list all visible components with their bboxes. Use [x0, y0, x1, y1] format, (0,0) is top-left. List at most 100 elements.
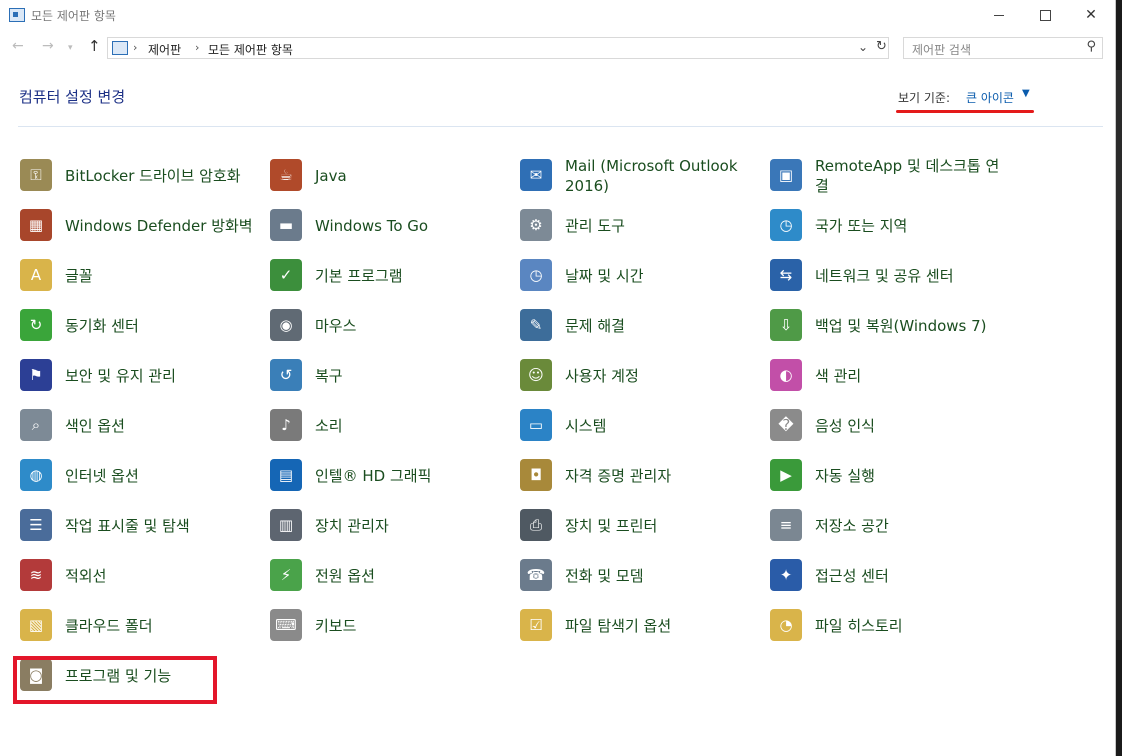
item-label[interactable]: 관리 도구	[565, 204, 760, 248]
control-panel-item[interactable]: ◷ 국가 또는 지역	[770, 204, 1010, 248]
item-label[interactable]: 기본 프로그램	[315, 254, 510, 298]
remoteapp-icon[interactable]: ▣	[770, 159, 802, 191]
file-explorer-options-icon[interactable]: ☑	[520, 609, 552, 641]
control-panel-item[interactable]: ↻ 동기화 센터	[20, 304, 260, 348]
control-panel-item[interactable]: ♪ 소리	[270, 404, 510, 448]
control-panel-item[interactable]: ▧ 클라우드 폴더	[20, 604, 260, 648]
control-panel-item[interactable]: ◉ 마우스	[270, 304, 510, 348]
item-label[interactable]: 소리	[315, 404, 510, 448]
control-panel-item[interactable]: ▣ RemoteApp 및 데스크톱 연결	[770, 154, 1010, 198]
item-label[interactable]: 글꼴	[65, 254, 260, 298]
control-panel-item[interactable]: ◷ 날짜 및 시간	[520, 254, 760, 298]
control-panel-item[interactable]: ☎ 전화 및 모뎀	[520, 554, 760, 598]
address-bar[interactable]: › 제어판 › 모든 제어판 항목 ⌄ ↻	[107, 37, 889, 59]
breadcrumb-control-panel[interactable]: 제어판	[148, 41, 181, 58]
control-panel-item[interactable]: ≋ 적외선	[20, 554, 260, 598]
breadcrumb-all-items[interactable]: 모든 제어판 항목	[208, 41, 293, 58]
item-label[interactable]: BitLocker 드라이브 암호화	[65, 154, 260, 198]
breadcrumb-separator-icon[interactable]: ›	[133, 41, 137, 54]
item-label[interactable]: 시스템	[565, 404, 760, 448]
control-panel-item[interactable]: ☺ 사용자 계정	[520, 354, 760, 398]
infrared-icon[interactable]: ≋	[20, 559, 52, 591]
item-label[interactable]: 색인 옵션	[65, 404, 260, 448]
calendar-clock-icon[interactable]: ◷	[520, 259, 552, 291]
item-label[interactable]: 백업 및 복원(Windows 7)	[815, 304, 1010, 348]
internet-options-icon[interactable]: ◍	[20, 459, 52, 491]
control-panel-item[interactable]: ◐ 색 관리	[770, 354, 1010, 398]
item-label[interactable]: 파일 히스토리	[815, 604, 1010, 648]
item-label[interactable]: 장치 관리자	[315, 504, 510, 548]
breadcrumb-separator-icon[interactable]: ›	[195, 41, 199, 54]
item-label[interactable]: Windows To Go	[315, 204, 510, 248]
item-label[interactable]: Mail (Microsoft Outlook 2016)	[565, 154, 760, 198]
font-folder-icon[interactable]: A	[20, 259, 52, 291]
bitlocker-key-icon[interactable]: ⚿	[20, 159, 52, 191]
item-label[interactable]: 날짜 및 시간	[565, 254, 760, 298]
address-dropdown-chevron-icon[interactable]: ⌄	[858, 40, 868, 54]
item-label[interactable]: 클라우드 폴더	[65, 604, 260, 648]
control-panel-item[interactable]: ↺ 복구	[270, 354, 510, 398]
control-panel-item[interactable]: ▤ 인텔® HD 그래픽	[270, 454, 510, 498]
device-manager-icon[interactable]: ▥	[270, 509, 302, 541]
search-placeholder[interactable]: 제어판 검색	[912, 41, 971, 58]
mouse-icon[interactable]: ◉	[270, 309, 302, 341]
recovery-icon[interactable]: ↺	[270, 359, 302, 391]
item-label[interactable]: 작업 표시줄 및 탐색	[65, 504, 260, 548]
default-programs-icon[interactable]: ✓	[270, 259, 302, 291]
item-label[interactable]: RemoteApp 및 데스크톱 연결	[815, 154, 1010, 198]
item-label[interactable]: 저장소 공간	[815, 504, 1010, 548]
printer-icon[interactable]: ⎙	[520, 509, 552, 541]
item-label[interactable]: 복구	[315, 354, 510, 398]
item-label[interactable]: 전원 옵션	[315, 554, 510, 598]
item-label[interactable]: Windows Defender 방화벽	[65, 204, 260, 248]
control-panel-item[interactable]: ≡ 저장소 공간	[770, 504, 1010, 548]
control-panel-item[interactable]: ⚡ 전원 옵션	[270, 554, 510, 598]
control-panel-item[interactable]: ⌕ 색인 옵션	[20, 404, 260, 448]
item-label[interactable]: 음성 인식	[815, 404, 1010, 448]
backup-icon[interactable]: ⇩	[770, 309, 802, 341]
control-panel-item[interactable]: ⚑ 보안 및 유지 관리	[20, 354, 260, 398]
power-options-icon[interactable]: ⚡	[270, 559, 302, 591]
control-panel-item[interactable]: ▦ Windows Defender 방화벽	[20, 204, 260, 248]
sync-icon[interactable]: ↻	[20, 309, 52, 341]
indexing-icon[interactable]: ⌕	[20, 409, 52, 441]
item-label[interactable]: 인텔® HD 그래픽	[315, 454, 510, 498]
forward-arrow-icon[interactable]: →	[42, 38, 54, 54]
minimize-button[interactable]	[976, 0, 1022, 30]
users-icon[interactable]: ☺	[520, 359, 552, 391]
taskbar-icon[interactable]: ☰	[20, 509, 52, 541]
color-management-icon[interactable]: ◐	[770, 359, 802, 391]
control-panel-item[interactable]: ◍ 인터넷 옵션	[20, 454, 260, 498]
control-panel-item[interactable]: ⚙ 관리 도구	[520, 204, 760, 248]
control-panel-item[interactable]: ☕ Java	[270, 154, 510, 198]
recent-locations-chevron-icon[interactable]: ▾	[68, 43, 73, 53]
control-panel-item[interactable]: A 글꼴	[20, 254, 260, 298]
item-label[interactable]: 인터넷 옵션	[65, 454, 260, 498]
usb-drive-icon[interactable]: ▬	[270, 209, 302, 241]
phone-modem-icon[interactable]: ☎	[520, 559, 552, 591]
control-panel-item[interactable]: � 음성 인식	[770, 404, 1010, 448]
control-panel-item[interactable]: ☰ 작업 표시줄 및 탐색	[20, 504, 260, 548]
item-label[interactable]: 전화 및 모뎀	[565, 554, 760, 598]
item-label[interactable]: 자동 실행	[815, 454, 1010, 498]
control-panel-item[interactable]: ◔ 파일 히스토리	[770, 604, 1010, 648]
control-panel-item[interactable]: ✦ 접근성 센터	[770, 554, 1010, 598]
storage-spaces-icon[interactable]: ≡	[770, 509, 802, 541]
flag-icon[interactable]: ⚑	[20, 359, 52, 391]
item-label[interactable]: 보안 및 유지 관리	[65, 354, 260, 398]
control-panel-item[interactable]: ☑ 파일 탐색기 옵션	[520, 604, 760, 648]
item-label[interactable]: 색 관리	[815, 354, 1010, 398]
microphone-icon[interactable]: �	[770, 409, 802, 441]
control-panel-item[interactable]: ▥ 장치 관리자	[270, 504, 510, 548]
keyboard-icon[interactable]: ⌨	[270, 609, 302, 641]
control-panel-item[interactable]: ⇆ 네트워크 및 공유 센터	[770, 254, 1010, 298]
item-label[interactable]: 마우스	[315, 304, 510, 348]
autoplay-icon[interactable]: ▶	[770, 459, 802, 491]
control-panel-item[interactable]: ⎙ 장치 및 프린터	[520, 504, 760, 548]
control-panel-item[interactable]: ⇩ 백업 및 복원(Windows 7)	[770, 304, 1010, 348]
java-icon[interactable]: ☕	[270, 159, 302, 191]
item-label[interactable]: Java	[315, 154, 510, 198]
back-arrow-icon[interactable]: ←	[12, 38, 24, 54]
search-icon[interactable]: ⚲	[1086, 39, 1096, 54]
file-history-icon[interactable]: ◔	[770, 609, 802, 641]
